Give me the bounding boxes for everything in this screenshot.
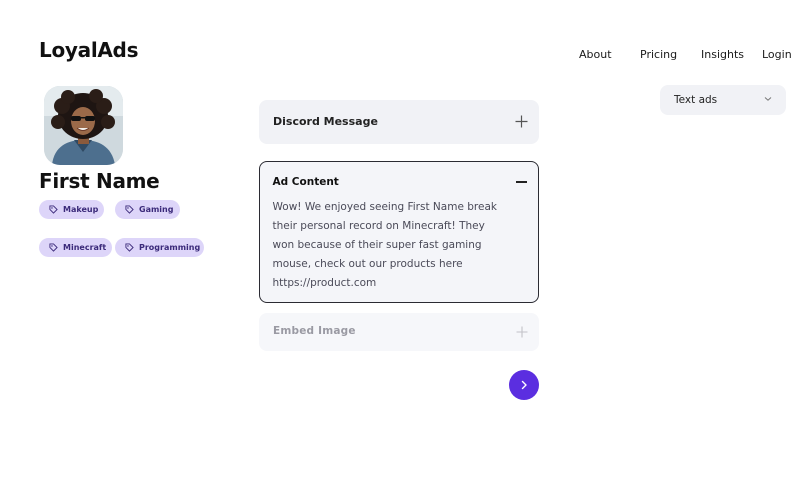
- avatar-photo: [44, 86, 123, 165]
- tag-label: Programming: [139, 243, 201, 252]
- tag-icon: [125, 205, 134, 214]
- tag-icon: [49, 205, 58, 214]
- plus-icon[interactable]: [515, 115, 528, 128]
- ad-type-select-value: Text ads: [674, 94, 718, 106]
- tag-label: Makeup: [63, 205, 99, 214]
- tag-minecraft[interactable]: Minecraft: [39, 238, 112, 257]
- tag-label: Gaming: [139, 205, 174, 214]
- tag-icon: [49, 243, 58, 252]
- nav-insights[interactable]: Insights: [701, 48, 744, 61]
- discord-message-section[interactable]: Discord Message: [259, 100, 539, 144]
- plus-icon[interactable]: [516, 326, 528, 338]
- nav-login[interactable]: Login: [762, 48, 792, 61]
- tag-icon: [125, 243, 134, 252]
- tag-gaming[interactable]: Gaming: [115, 200, 180, 219]
- avatar: [44, 86, 123, 165]
- chevron-down-icon: [764, 97, 772, 101]
- tag-makeup[interactable]: Makeup: [39, 200, 104, 219]
- tag-label: Minecraft: [63, 243, 107, 252]
- nav-pricing[interactable]: Pricing: [640, 48, 677, 61]
- ad-content-section: Ad Content Wow! We enjoyed seeing First …: [259, 161, 539, 303]
- ad-content-title: Ad Content: [272, 176, 339, 188]
- ad-type-select[interactable]: Text ads: [660, 85, 786, 115]
- embed-image-section[interactable]: Embed Image: [259, 313, 539, 351]
- chevron-right-icon: [521, 380, 527, 390]
- ad-content-text[interactable]: Wow! We enjoyed seeing First Name break …: [273, 198, 498, 293]
- minus-icon[interactable]: [516, 181, 527, 183]
- top-nav: About Pricing Insights Login: [0, 48, 806, 62]
- profile-name: First Name: [39, 169, 160, 193]
- discord-message-title: Discord Message: [273, 115, 378, 128]
- embed-image-title: Embed Image: [273, 325, 356, 337]
- nav-about[interactable]: About: [579, 48, 612, 61]
- next-button[interactable]: [509, 370, 539, 400]
- tag-programming[interactable]: Programming: [115, 238, 204, 257]
